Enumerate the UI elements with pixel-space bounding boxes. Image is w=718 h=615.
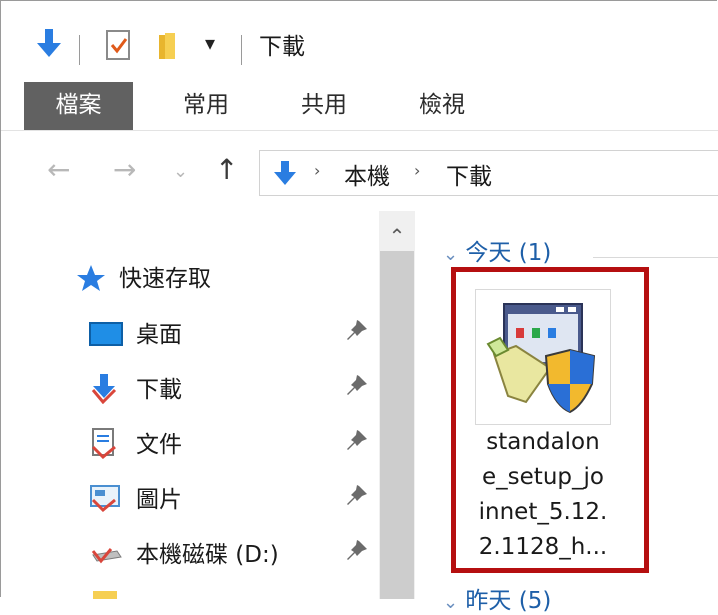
- sidebar-item-label: 圖片: [136, 487, 182, 513]
- collapse-chevron-icon[interactable]: ⌄: [443, 592, 458, 613]
- toolbar-separator: [241, 35, 242, 65]
- file-name-line: e_setup_jo: [482, 464, 604, 490]
- forward-arrow-icon[interactable]: →: [113, 153, 136, 186]
- file-name-line: innet_5.12.: [478, 499, 608, 525]
- file-item[interactable]: [475, 289, 611, 425]
- address-bar[interactable]: › 本機 › 下載: [259, 150, 718, 196]
- title-bar: ▾ 下載: [1, 1, 718, 87]
- breadcrumb-chevron-icon[interactable]: ›: [414, 161, 420, 180]
- documents-icon: [89, 427, 119, 460]
- group-header-label: 今天 (1): [465, 240, 552, 266]
- breadcrumb-downloads[interactable]: 下載: [446, 157, 492, 191]
- explorer-window: ▾ 下載 檔案 常用 共用 檢視 ← → ⌄ ↑ › 本機 › 下載 快速存取 …: [0, 0, 718, 614]
- customize-toolbar-icon[interactable]: ▾: [205, 31, 215, 55]
- breadcrumb-this-pc[interactable]: 本機: [344, 157, 390, 191]
- desktop-icon: [89, 321, 123, 351]
- new-folder-icon[interactable]: [157, 31, 183, 65]
- pin-icon[interactable]: [345, 429, 369, 453]
- breadcrumb-chevron-icon[interactable]: ›: [314, 161, 320, 180]
- window-title: 下載: [259, 34, 305, 60]
- group-header-yesterday[interactable]: ⌄ 昨天 (5): [443, 581, 551, 615]
- ribbon-tabs: 檔案 常用 共用 檢視: [1, 82, 718, 131]
- group-header-today[interactable]: ⌄ 今天 (1): [443, 233, 551, 267]
- sidebar-item-label: 文件: [136, 432, 182, 458]
- tab-share[interactable]: 共用: [277, 82, 371, 130]
- file-name[interactable]: standalon e_setup_jo innet_5.12. 2.1128_…: [469, 425, 617, 565]
- sidebar-item-downloads[interactable]: 下載: [1, 368, 379, 408]
- pin-icon[interactable]: [345, 374, 369, 398]
- nav-pane-scrollbar[interactable]: ⌃: [379, 211, 415, 599]
- drive-icon: [89, 537, 122, 567]
- scroll-thumb[interactable]: [380, 251, 414, 599]
- file-list: ⌄ 今天 (1) standalon e_setup_jo innet_5.12…: [415, 211, 718, 614]
- sidebar-item-label: 本機磁碟 (D:): [136, 542, 279, 568]
- tab-file[interactable]: 檔案: [24, 82, 133, 130]
- file-name-line: 2.1128_h...: [478, 534, 608, 560]
- navigation-bar: ← → ⌄ ↑ › 本機 › 下載: [1, 131, 718, 211]
- tab-home[interactable]: 常用: [159, 82, 253, 130]
- star-icon: [75, 263, 107, 297]
- pin-icon[interactable]: [345, 539, 369, 563]
- file-name-line: standalon: [486, 429, 600, 455]
- sidebar-item-label: 桌面: [136, 322, 182, 348]
- quick-access-label: 快速存取: [119, 266, 211, 292]
- pin-icon[interactable]: [345, 484, 369, 508]
- download-arrow-icon[interactable]: [35, 27, 63, 63]
- properties-icon[interactable]: [105, 29, 133, 65]
- downloads-location-icon: [272, 159, 298, 191]
- sidebar-item-desktop[interactable]: 桌面: [1, 313, 379, 353]
- pictures-icon: [89, 482, 120, 513]
- sidebar-item-label: 下載: [136, 377, 182, 403]
- group-divider: [593, 257, 718, 258]
- downloads-icon: [89, 372, 119, 405]
- group-header-label: 昨天 (5): [465, 588, 552, 614]
- installer-shield-icon: [486, 298, 600, 420]
- pin-icon[interactable]: [345, 319, 369, 343]
- tab-view[interactable]: 檢視: [395, 82, 489, 130]
- collapse-chevron-icon[interactable]: ⌄: [443, 244, 458, 265]
- up-arrow-icon[interactable]: ↑: [215, 153, 238, 186]
- back-arrow-icon[interactable]: ←: [47, 153, 70, 186]
- sidebar-item-pictures[interactable]: 圖片: [1, 478, 379, 518]
- quick-access-item[interactable]: 快速存取: [1, 257, 379, 297]
- sidebar-item-documents[interactable]: 文件: [1, 423, 379, 463]
- scroll-up-icon[interactable]: ⌃: [379, 221, 415, 251]
- navigation-pane: 快速存取 桌面 下載 文件 圖片 本機磁碟 (D:): [1, 211, 379, 599]
- recent-locations-chevron-icon[interactable]: ⌄: [173, 161, 188, 182]
- sidebar-item-drive-d[interactable]: 本機磁碟 (D:): [1, 533, 379, 573]
- toolbar-separator: [79, 35, 80, 65]
